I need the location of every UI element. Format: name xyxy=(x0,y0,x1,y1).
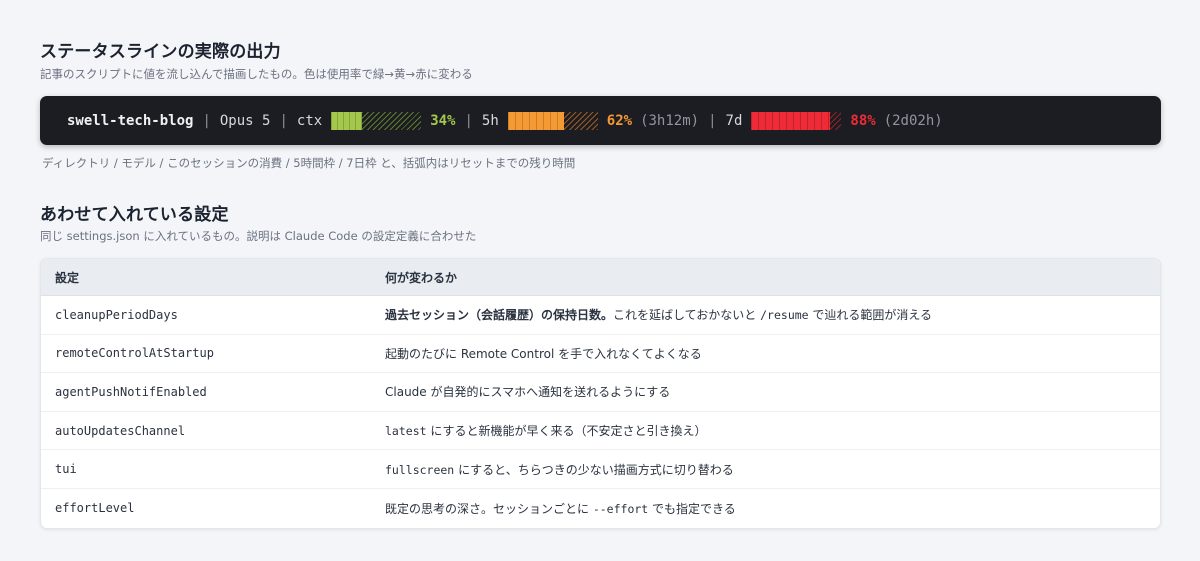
seven-day-label: 7d xyxy=(725,112,743,129)
column-header-setting: 設定 xyxy=(41,259,371,296)
setting-description: Claude が自発的にスマホへ通知を送れるようにする xyxy=(371,373,1160,412)
description-text: でも指定できる xyxy=(648,501,736,516)
five-hour-usage-bar-empty xyxy=(563,111,598,130)
setting-description: 起動のたびに Remote Control を手で入れなくてよくなる xyxy=(371,335,1160,374)
statusline-separator: | xyxy=(202,112,211,129)
statusline-directory: swell-tech-blog xyxy=(67,112,194,129)
seven-day-usage-bar-empty xyxy=(830,111,842,130)
statusline-separator: | xyxy=(464,112,473,129)
statusline-separator: | xyxy=(279,112,288,129)
table-row: remoteControlAtStartup 起動のたびに Remote Con… xyxy=(41,335,1160,374)
setting-key: agentPushNotifEnabled xyxy=(41,373,371,412)
seven-day-reset-remaining: (2d02h) xyxy=(883,112,943,129)
description-text: にすると新機能が早く来る（不安定さと引き換え） xyxy=(426,424,707,439)
seven-day-percent: 88% xyxy=(850,112,876,129)
setting-key: tui xyxy=(41,450,371,489)
table-row: agentPushNotifEnabled Claude が自発的にスマホへ通知… xyxy=(41,373,1160,412)
ctx-usage-bar-fill xyxy=(331,111,363,130)
five-hour-usage-bar xyxy=(507,111,598,130)
statusline-separator: | xyxy=(708,112,717,129)
setting-description: latest にすると新機能が早く来る（不安定さと引き換え） xyxy=(371,412,1160,451)
table-row: tui fullscreen にすると、ちらつきの少ない描画方式に切り替わる xyxy=(41,450,1160,489)
column-header-effect: 何が変わるか xyxy=(371,259,1160,296)
table-row: autoUpdatesChannel latest にすると新機能が早く来る（不… xyxy=(41,412,1160,451)
settings-table: 設定 何が変わるか cleanupPeriodDays 過去セッション（会話履歴… xyxy=(40,258,1161,529)
seven-day-usage-bar xyxy=(751,111,842,130)
description-bold: 過去セッション（会話履歴）の保持日数。 xyxy=(385,308,614,323)
seven-day-usage-bar-fill xyxy=(751,111,831,130)
setting-description: fullscreen にすると、ちらつきの少ない描画方式に切り替わる xyxy=(371,450,1160,489)
ctx-usage-bar-empty xyxy=(362,111,422,130)
setting-key: remoteControlAtStartup xyxy=(41,335,371,374)
description-code: fullscreen xyxy=(385,462,455,477)
description-text: Claude が自発的にスマホへ通知を送れるようにする xyxy=(385,385,671,400)
five-hour-reset-remaining: (3h12m) xyxy=(640,112,700,129)
five-hour-label: 5h xyxy=(481,112,499,129)
description-code: --effort xyxy=(592,501,649,516)
description-code: latest xyxy=(385,424,427,439)
ctx-percent: 34% xyxy=(430,112,456,129)
five-hour-percent: 62% xyxy=(606,112,633,129)
five-hour-usage-bar-fill xyxy=(507,111,564,130)
statusline-caption: ディレクトリ / モデル / このセッションの消費 / 5時間枠 / 7日枠 と… xyxy=(42,156,576,170)
table-row: cleanupPeriodDays 過去セッション（会話履歴）の保持日数。これを… xyxy=(41,296,1160,335)
ctx-usage-bar xyxy=(331,111,422,130)
statusline-terminal: swell-tech-blog | Opus 5 | ctx 34% | 5h … xyxy=(40,96,1161,145)
table-header-row: 設定 何が変わるか xyxy=(41,259,1160,296)
setting-key: autoUpdatesChannel xyxy=(41,412,371,451)
description-code: /resume xyxy=(760,308,809,323)
setting-key: cleanupPeriodDays xyxy=(41,296,371,335)
description-text: にすると、ちらつきの少ない描画方式に切り替わる xyxy=(454,462,734,477)
statusline-model: Opus 5 xyxy=(219,112,271,129)
description-text: これを延ばしておかないと xyxy=(613,308,761,323)
setting-key: effortLevel xyxy=(55,501,135,516)
description-text: 起動のたびに Remote Control を手で入れなくてよくなる xyxy=(385,346,702,361)
description-text: で辿れる範囲が消える xyxy=(808,308,933,323)
setting-description: 既定の思考の深さ。セッションごとに --effort でも指定できる xyxy=(371,489,1160,528)
ctx-label: ctx xyxy=(296,112,323,129)
description-text: 既定の思考の深さ。セッションごとに xyxy=(385,501,593,516)
statusline-section-title: ステータスラインの実際の出力 xyxy=(40,42,281,62)
settings-section-title: あわせて入れている設定 xyxy=(40,205,229,225)
table-row: effortLevel 既定の思考の深さ。セッションごとに --effort で… xyxy=(41,489,1160,528)
statusline-section-subtitle: 記事のスクリプトに値を流し込んで描画したもの。色は使用率で緑→黄→赤に変わる xyxy=(40,67,473,81)
settings-section-subtitle: 同じ settings.json に入れているもの。説明は Claude Cod… xyxy=(40,229,477,243)
setting-description: 過去セッション（会話履歴）の保持日数。これを延ばしておかないと /resume … xyxy=(371,296,1160,335)
